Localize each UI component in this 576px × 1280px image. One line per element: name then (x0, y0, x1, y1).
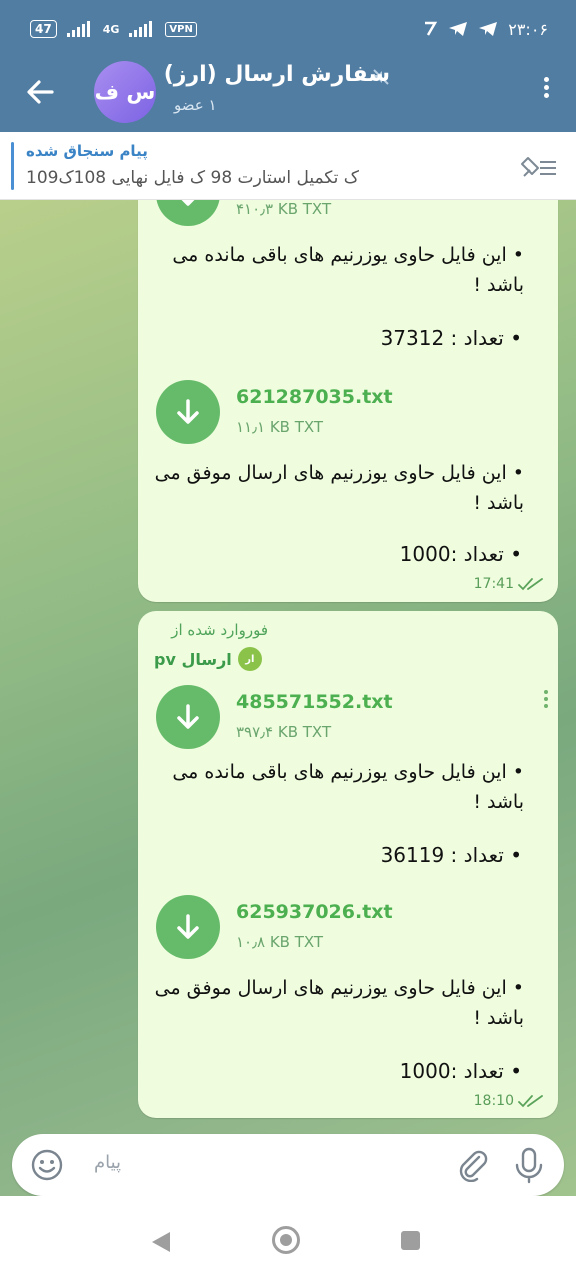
more-vert-icon[interactable] (542, 687, 550, 713)
pinned-title: پیام سنجاق شده (26, 142, 148, 160)
pinned-indicator (11, 142, 14, 190)
nav-back-icon[interactable] (150, 1230, 172, 1254)
file-description: • این فایل حاوی یوزرنیم های ارسال موفق م… (154, 977, 524, 1029)
message-bubble[interactable]: فوروارد شده از ارسال pv ار 485571552.txt… (138, 611, 558, 1118)
member-count: ۱ عضو (174, 96, 217, 114)
file-attachment[interactable]: 485571552.txt ۳۹۷٫۴ KB TXT (156, 685, 536, 751)
vpn-badge: VPN (165, 21, 197, 37)
chat-avatar[interactable]: س ف (94, 61, 156, 123)
nav-recents-icon[interactable] (401, 1231, 420, 1250)
file-name[interactable]: 485571552.txt (236, 691, 393, 713)
chat-header: س ف سفارش ارسال (ارز) ۱ عضو (0, 58, 576, 132)
file-description: • این فایل حاوی یوزرنیم های ارسال موفق م… (154, 462, 524, 514)
message-composer[interactable]: پیام (12, 1134, 564, 1196)
download-arrow-icon (177, 399, 199, 424)
forwarded-source[interactable]: ارسال pv (154, 650, 232, 669)
source-avatar: ار (237, 647, 262, 671)
download-arrow-icon (181, 200, 195, 206)
more-vert-icon[interactable] (540, 74, 552, 110)
file-size: ۱۱٫۱ KB TXT (236, 418, 324, 436)
nav-home-icon[interactable] (272, 1226, 300, 1254)
file-size: ۳۹۷٫۴ KB TXT (236, 723, 332, 741)
download-button[interactable] (156, 685, 220, 749)
chat-title[interactable]: سفارش ارسال (ارز) (164, 62, 390, 87)
download-arrow-icon (177, 704, 199, 729)
download-button[interactable] (156, 895, 220, 959)
message-timestamp: 18:10 (473, 1093, 514, 1109)
signal-icon-2 (129, 21, 153, 37)
notification-icon (425, 21, 438, 36)
forwarded-label: فوروارد شده از (171, 621, 268, 639)
back-arrow-icon[interactable] (22, 74, 58, 110)
file-description: • این فایل حاوی یوزرنیم های باقی مانده م… (172, 761, 524, 813)
download-arrow-icon (177, 914, 199, 939)
username-count: • تعداد :1000 (399, 1059, 522, 1083)
status-bar: 47 4G VPN ۲۳:۰۶ (0, 0, 576, 58)
message-time: 17:41 (474, 576, 544, 592)
microphone-icon[interactable] (512, 1146, 546, 1184)
double-check-icon (518, 1095, 543, 1108)
chat-area[interactable]: ۴۱۰٫۳ KB TXT • این فایل حاوی یوزرنیم های… (0, 200, 576, 1132)
file-description: • این فایل حاوی یوزرنیم های باقی مانده م… (172, 244, 524, 296)
file-size: ۴۱۰٫۳ KB TXT (236, 200, 332, 218)
file-size: ۱۰٫۸ KB TXT (236, 933, 324, 951)
download-button[interactable] (156, 200, 220, 226)
signal-icon (66, 21, 90, 37)
battery-indicator: 47 (30, 20, 57, 38)
file-name[interactable]: 621287035.txt (236, 386, 393, 408)
unpin-icon[interactable] (518, 152, 558, 182)
emoji-icon[interactable] (30, 1148, 64, 1182)
double-check-icon (518, 578, 543, 591)
telegram-icon (449, 22, 468, 36)
telegram-icon-2 (479, 22, 498, 36)
message-timestamp: 17:41 (473, 576, 514, 592)
system-navigation-bar (0, 1196, 576, 1280)
username-count: • تعداد :1000 (399, 542, 522, 566)
username-count: • تعداد : 36119 (380, 843, 522, 867)
clock: ۲۳:۰۶ (508, 19, 548, 39)
download-button[interactable] (156, 380, 220, 444)
file-name[interactable]: 625937026.txt (236, 901, 393, 923)
file-attachment[interactable]: 625937026.txt ۱۰٫۸ KB TXT (156, 895, 536, 961)
file-attachment[interactable]: ۴۱۰٫۳ KB TXT (156, 200, 536, 228)
message-time: 18:10 (474, 1093, 544, 1109)
network-type: 4G (102, 22, 120, 36)
message-bubble[interactable]: ۴۱۰٫۳ KB TXT • این فایل حاوی یوزرنیم های… (138, 200, 558, 602)
pinned-message-bar[interactable]: پیام سنجاق شده 109ک تکمیل استارت 98 ک فا… (0, 132, 576, 200)
pinned-text: 109ک تکمیل استارت 98 ک فایل نهایی 108ک (26, 168, 360, 188)
file-attachment[interactable]: 621287035.txt ۱۱٫۱ KB TXT (156, 380, 536, 446)
paperclip-icon[interactable] (456, 1148, 490, 1182)
message-input[interactable]: پیام (94, 1152, 121, 1173)
forwarded-from[interactable]: ارسال pv ار (154, 647, 262, 671)
username-count: • تعداد : 37312 (380, 326, 522, 350)
